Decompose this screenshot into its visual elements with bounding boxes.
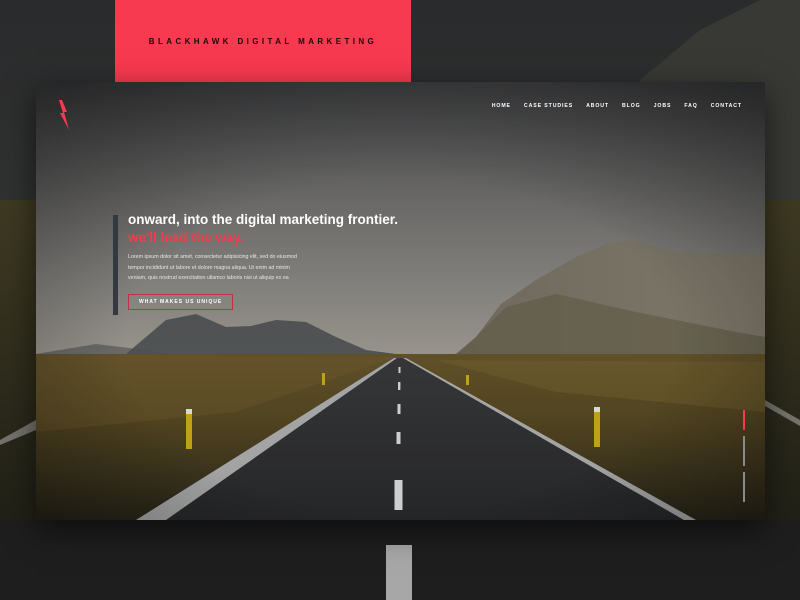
lightning-bolt-icon[interactable] [58,100,70,130]
hero-section: HOME CASE STUDIES ABOUT BLOG JOBS FAQ CO… [36,82,765,520]
brand-banner: BLACKHAWK DIGITAL MARKETING [115,0,411,82]
body-line: tempor incididunt ut labore et dolore ma… [128,264,290,271]
hero-headline: onward, into the digital marketing front… [128,212,399,227]
slide-indicator-item[interactable] [743,436,745,466]
hero-accent-bar [113,215,118,315]
body-line: Lorem ipsum dolor sit amet, consectetur … [128,254,297,260]
what-makes-us-unique-button[interactable]: WHAT MAKES US UNIQUE [128,294,234,310]
nav-item-home[interactable]: HOME [492,103,511,109]
brand-banner-text: BLACKHAWK DIGITAL MARKETING [148,36,378,46]
hero-body-copy: Lorem ipsum dolor sit amet, consectetur … [128,252,328,284]
body-line: veniam, quis nostrud exercitation ullamc… [128,275,289,281]
slide-indicator-item[interactable] [743,472,745,502]
nav-item-case-studies[interactable]: CASE STUDIES [524,103,573,109]
slide-indicator-active[interactable] [743,410,745,430]
main-nav: HOME CASE STUDIES ABOUT BLOG JOBS FAQ CO… [492,103,742,109]
hero-tagline: we'll lead the way. [128,230,244,245]
nav-item-contact[interactable]: CONTACT [711,103,742,109]
nav-item-blog[interactable]: BLOG [622,103,641,109]
nav-item-about[interactable]: ABOUT [586,103,609,109]
nav-item-jobs[interactable]: JOBS [654,103,672,109]
nav-item-faq[interactable]: FAQ [684,103,697,109]
slide-indicator [743,410,746,503]
